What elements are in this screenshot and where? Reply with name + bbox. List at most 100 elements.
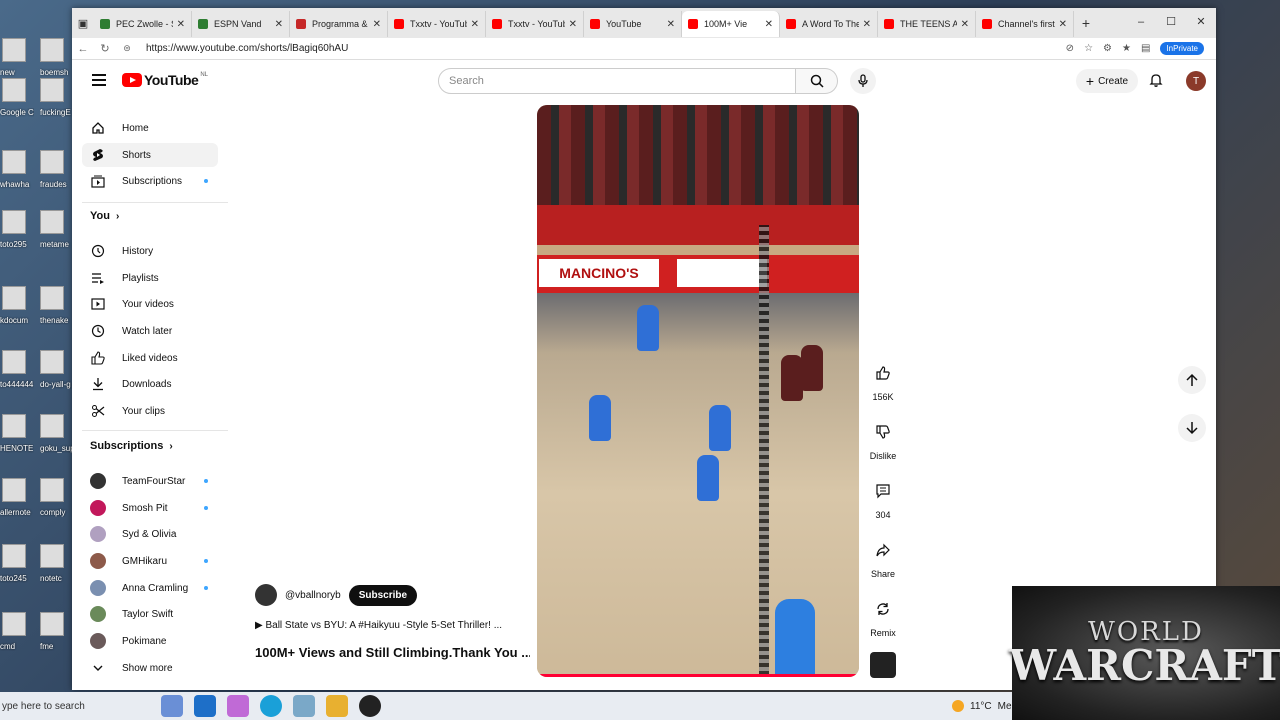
subscription-channel[interactable]: Pokimane <box>82 629 218 653</box>
browser-tab[interactable]: Programma & U ✕ <box>290 11 388 37</box>
taskbar-search-input[interactable]: ype here to search <box>0 692 150 720</box>
extensions-icon[interactable]: ⚙ <box>1103 43 1112 54</box>
desktop-icon[interactable]: toto295 metame <box>0 210 72 270</box>
close-tab-icon[interactable]: ✕ <box>569 19 577 30</box>
url-input[interactable]: https://www.youtube.com/shorts/lBagiq60h… <box>146 43 1066 54</box>
inprivate-badge[interactable]: InPrivate <box>1160 42 1204 55</box>
desktop-icon[interactable]: toto245 notetc <box>0 544 72 604</box>
subscription-channel[interactable]: Anna Cramling <box>82 576 218 600</box>
favorite-star-icon[interactable]: ☆ <box>1084 43 1093 54</box>
desktop-icon[interactable]: allernote comply <box>0 478 72 538</box>
close-tab-icon[interactable]: ✕ <box>373 19 381 30</box>
task-view-icon[interactable] <box>161 695 183 717</box>
close-tab-icon[interactable]: ✕ <box>471 19 479 30</box>
subscription-channel[interactable]: Syd & Olivia <box>82 522 218 546</box>
app-icon[interactable] <box>293 695 315 717</box>
subscription-channel[interactable]: TeamFourStar <box>82 469 218 493</box>
desktop-icon[interactable]: cmd fme <box>0 612 72 672</box>
copilot-icon[interactable] <box>227 695 249 717</box>
sidebar-item-home[interactable]: Home <box>82 116 218 140</box>
minimize-icon[interactable]: – <box>1126 8 1156 38</box>
edge-icon[interactable] <box>260 695 282 717</box>
desktop-icon[interactable]: kdocum thenake <box>0 286 72 346</box>
sidebar-item-playlists[interactable]: Playlists <box>82 266 218 290</box>
menu-icon[interactable] <box>92 74 106 86</box>
sidebar-item-subscriptions[interactable]: Subscriptions <box>82 169 218 193</box>
subscriptions-section-title[interactable]: Subscriptions › <box>90 440 173 452</box>
account-avatar[interactable]: T <box>1186 71 1206 91</box>
video-progress-bar[interactable] <box>537 674 859 677</box>
short-title[interactable]: 100M+ Views and Still Climbing.Thank You… <box>255 645 530 660</box>
sidebar-item-downloads[interactable]: Downloads <box>82 372 218 396</box>
tab-actions-icon[interactable]: ▣ <box>72 8 94 38</box>
desktop-icon[interactable]: to444444 do-yall-g <box>0 350 72 410</box>
sidebar-item-history[interactable]: History <box>82 239 218 263</box>
remix-button[interactable]: Remix <box>866 596 900 638</box>
dislike-button[interactable]: Dislike <box>866 419 900 461</box>
share-button[interactable]: Share <box>866 537 900 579</box>
close-tab-icon[interactable]: ✕ <box>177 19 185 30</box>
show-more-button[interactable]: Show more <box>82 656 218 680</box>
close-tab-icon[interactable]: ✕ <box>667 19 675 30</box>
subscription-channel[interactable]: Smosh Pit <box>82 496 218 520</box>
browser-tab[interactable]: A Word To The ✕ <box>780 11 878 37</box>
close-tab-icon[interactable]: ✕ <box>961 19 969 30</box>
sidebar-item-your-clips[interactable]: Your clips <box>82 399 218 423</box>
search-button[interactable] <box>796 68 838 94</box>
maximize-icon[interactable]: ☐ <box>1156 8 1186 38</box>
browser-tab[interactable]: 100M+ Vie ✕ <box>682 11 780 37</box>
subscription-channel[interactable]: Taylor Swift <box>82 602 218 626</box>
sound-thumbnail[interactable] <box>870 652 896 678</box>
subscribe-button[interactable]: Subscribe <box>348 584 418 606</box>
sidebar-item-label: Your clips <box>122 405 165 417</box>
sidebar-item-liked-videos[interactable]: Liked videos <box>82 346 218 370</box>
search-input[interactable]: Search <box>438 68 796 94</box>
desktop-icon[interactable]: whawha fraudes <box>0 150 72 210</box>
outlook-icon[interactable] <box>194 695 216 717</box>
browser-tab[interactable]: Channel's first v ✕ <box>976 11 1074 37</box>
comments-button[interactable]: 304 <box>866 478 900 520</box>
close-tab-icon[interactable]: ✕ <box>765 19 773 30</box>
favorites-icon[interactable]: ★ <box>1122 43 1131 54</box>
desktop-icon[interactable]: Google Chrome fuckingE <box>0 78 72 138</box>
browser-tab[interactable]: THE TEENS ARE ✕ <box>878 11 976 37</box>
temperature[interactable]: 11°C <box>970 701 992 712</box>
youtube-logo[interactable]: YouTube NL <box>122 72 208 88</box>
you-section-title[interactable]: You › <box>90 210 119 222</box>
new-content-dot <box>204 559 208 563</box>
sidebar-item-your-videos[interactable]: Your videos <box>82 292 218 316</box>
voice-search-button[interactable] <box>850 68 876 94</box>
back-icon[interactable]: ← <box>72 43 94 55</box>
shorts-video-player[interactable]: MANCINO'S <box>537 105 859 677</box>
weather-label[interactable]: Me <box>998 701 1012 712</box>
previous-short-button[interactable] <box>1178 366 1206 394</box>
close-tab-icon[interactable]: ✕ <box>1059 19 1067 30</box>
create-button[interactable]: + Create <box>1076 69 1138 93</box>
next-short-button[interactable] <box>1178 414 1206 442</box>
close-window-icon[interactable]: ✕ <box>1186 8 1216 38</box>
close-tab-icon[interactable]: ✕ <box>863 19 871 30</box>
like-button[interactable]: 156K <box>866 360 900 402</box>
browser-tab[interactable]: Txxtv - YouTube ✕ <box>388 11 486 37</box>
browser-tab[interactable]: YouTube ✕ <box>584 11 682 37</box>
browser-tab[interactable]: ESPN Vand ✕ <box>192 11 290 37</box>
collections-icon[interactable]: ▤ <box>1141 43 1150 54</box>
close-tab-icon[interactable]: ✕ <box>275 19 283 30</box>
desktop-file-icon <box>2 350 26 374</box>
chrome-icon[interactable] <box>359 695 381 717</box>
channel-avatar[interactable] <box>255 584 277 606</box>
refresh-icon[interactable]: ↻ <box>94 42 116 55</box>
file-explorer-icon[interactable] <box>326 695 348 717</box>
notifications-button[interactable] <box>1148 72 1164 93</box>
sidebar-item-watch-later[interactable]: Watch later <box>82 319 218 343</box>
subscription-channel[interactable]: GMHikaru <box>82 549 218 573</box>
browser-tab[interactable]: PEC Zwolle - Sp ✕ <box>94 11 192 37</box>
channel-name[interactable]: @vballnoryb <box>285 590 341 601</box>
site-info-icon[interactable]: ⊜ <box>116 43 138 54</box>
tracking-prevention-icon[interactable]: ⊘ <box>1066 43 1074 54</box>
browser-tab[interactable]: Txxtv - YouTube ✕ <box>486 11 584 37</box>
new-tab-button[interactable]: + <box>1074 15 1098 31</box>
desktop-icon[interactable]: HENOTE goku_sup <box>0 414 72 474</box>
sidebar-item-shorts[interactable]: Shorts <box>82 143 218 167</box>
short-description[interactable]: ▶ Ball State vs BYU: A #Haikyuu -Style 5… <box>255 620 515 631</box>
